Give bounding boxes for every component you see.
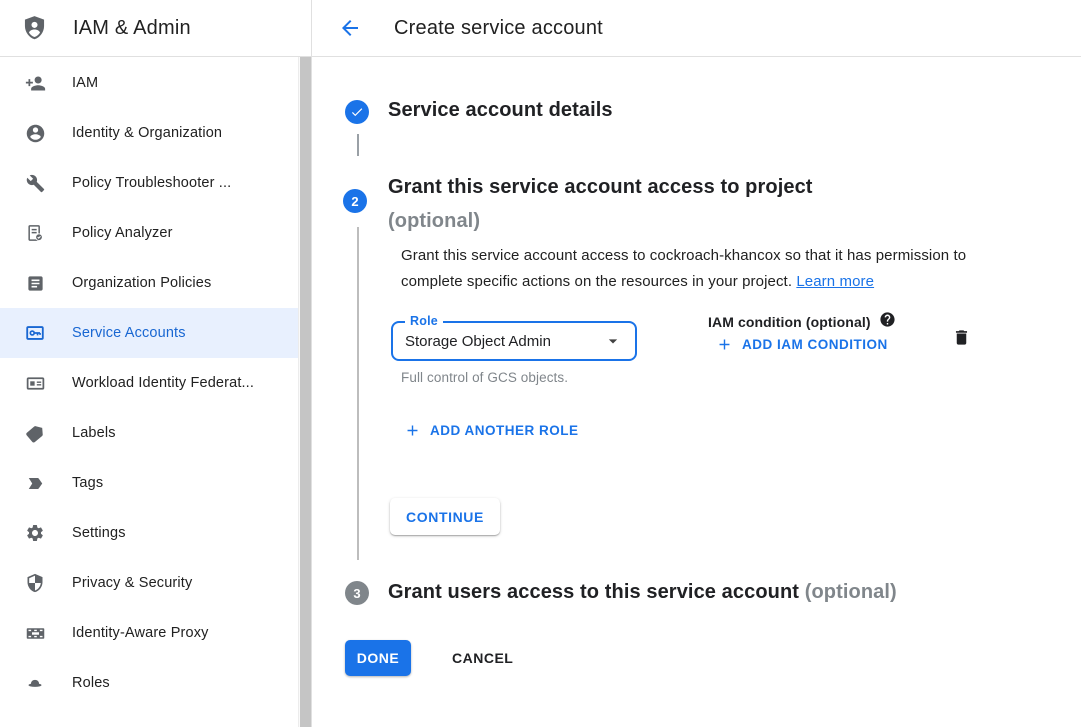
add-another-role-button[interactable]: ADD ANOTHER ROLE <box>404 422 579 439</box>
proxy-strip-icon <box>24 622 46 644</box>
step1-complete-badge <box>345 100 369 124</box>
sidebar-item-workload-identity-federat[interactable]: Workload Identity Federat... <box>0 358 298 408</box>
learn-more-link[interactable]: Learn more <box>796 273 874 290</box>
account-circle-icon <box>24 122 46 144</box>
article-icon <box>24 272 46 294</box>
add-iam-condition-label: ADD IAM CONDITION <box>742 337 888 352</box>
page-title: Create service account <box>394 0 603 56</box>
label-tag-icon <box>24 422 46 444</box>
iam-condition-label: IAM condition (optional) <box>708 314 871 330</box>
role-select-value: Storage Object Admin <box>405 333 603 350</box>
dropdown-caret-icon <box>603 331 623 351</box>
sidebar-item-label: Identity & Organization <box>72 125 222 141</box>
sidebar-item-identity-organization[interactable]: Identity & Organization <box>0 108 298 158</box>
sidebar-item-label: Service Accounts <box>72 325 186 341</box>
add-another-role-label: ADD ANOTHER ROLE <box>430 423 579 438</box>
sidebar-item-policy-analyzer[interactable]: Policy Analyzer <box>0 208 298 258</box>
step2-number: 2 <box>351 194 358 209</box>
plus-icon <box>404 422 421 439</box>
security-shield-icon <box>24 572 46 594</box>
sidebar-scrollbar-thumb[interactable] <box>300 57 311 727</box>
sidebar-item-label: Tags <box>72 475 103 491</box>
step2-optional-label: (optional) <box>388 210 480 232</box>
trash-icon[interactable] <box>952 327 971 348</box>
hat-icon <box>24 672 46 694</box>
sidebar-item-label: IAM <box>72 75 98 91</box>
role-select-label: Role <box>405 314 443 328</box>
main-panel: Create service account Service account d… <box>311 0 1081 727</box>
step2-number-badge: 2 <box>343 189 367 213</box>
role-helper-text: Full control of GCS objects. <box>401 370 568 385</box>
sidebar-item-label: Workload Identity Federat... <box>72 375 254 391</box>
sidebar-item-label: Policy Troubleshooter ... <box>72 175 231 191</box>
sidebar-item-organization-policies[interactable]: Organization Policies <box>0 258 298 308</box>
step2-description-text: Grant this service account access to coc… <box>401 247 966 290</box>
sidebar-item-tags[interactable]: Tags <box>0 458 298 508</box>
sidebar-item-label: Identity-Aware Proxy <box>72 625 209 641</box>
product-title: IAM & Admin <box>73 17 191 40</box>
sidebar-item-identity-aware-proxy[interactable]: Identity-Aware Proxy <box>0 608 298 658</box>
step-connector <box>357 227 359 560</box>
step3-number-badge: 3 <box>345 581 369 605</box>
service-account-key-icon <box>24 322 46 344</box>
step1-title: Service account details <box>388 99 613 122</box>
step2-title-text: Grant this service account access to pro… <box>388 176 813 198</box>
sidebar-item-settings[interactable]: Settings <box>0 508 298 558</box>
done-button[interactable]: DONE <box>345 640 411 676</box>
person-add-icon <box>24 72 46 94</box>
sidebar-scrollbar-track <box>298 57 311 727</box>
policy-analyzer-icon <box>24 222 46 244</box>
sidebar-item-roles[interactable]: Roles <box>0 658 298 708</box>
sidebar-item-label: Labels <box>72 425 116 441</box>
step2-title: Grant this service account access to pro… <box>388 170 813 238</box>
add-iam-condition-button[interactable]: ADD IAM CONDITION <box>716 336 888 353</box>
identity-card-icon <box>24 372 46 394</box>
sidebar-item-label: Roles <box>72 675 110 691</box>
check-icon <box>350 105 364 119</box>
sidebar-item-label: Policy Analyzer <box>72 225 173 241</box>
main-header: Create service account <box>312 0 1081 57</box>
sidebar-item-label: Settings <box>72 525 126 541</box>
sidebar-item-policy-troubleshooter[interactable]: Policy Troubleshooter ... <box>0 158 298 208</box>
wrench-icon <box>24 172 46 194</box>
sidebar-item-iam[interactable]: IAM <box>0 58 298 108</box>
role-select[interactable]: Role Storage Object Admin <box>391 321 637 361</box>
cancel-button[interactable]: CANCEL <box>446 640 519 676</box>
sidebar-item-label: Organization Policies <box>72 275 211 291</box>
gear-icon <box>24 522 46 544</box>
continue-button[interactable]: CONTINUE <box>390 498 500 535</box>
step3-title-text: Grant users access to this service accou… <box>388 581 799 603</box>
step2-description: Grant this service account access to coc… <box>401 243 981 294</box>
step-connector <box>357 134 359 156</box>
wizard-content: Service account details 2 Grant this ser… <box>312 57 1081 727</box>
step3-number: 3 <box>353 586 360 601</box>
sidebar-item-labels[interactable]: Labels <box>0 408 298 458</box>
step3-optional-label: (optional) <box>805 581 897 603</box>
sidebar-item-service-accounts[interactable]: Service Accounts <box>0 308 298 358</box>
back-arrow-icon[interactable] <box>337 15 363 41</box>
iam-shield-person-icon <box>21 13 48 44</box>
sidebar-item-label: Privacy & Security <box>72 575 192 591</box>
help-icon[interactable] <box>879 311 896 328</box>
step3-title: Grant users access to this service accou… <box>388 581 897 604</box>
sidebar-header: IAM & Admin <box>0 0 311 57</box>
tag-arrow-icon <box>24 472 46 494</box>
sidebar-nav: IAM Identity & Organization Policy Troub… <box>0 58 298 708</box>
sidebar: IAM & Admin IAM Identity & Organization … <box>0 0 311 727</box>
plus-icon <box>716 336 733 353</box>
sidebar-item-privacy-security[interactable]: Privacy & Security <box>0 558 298 608</box>
